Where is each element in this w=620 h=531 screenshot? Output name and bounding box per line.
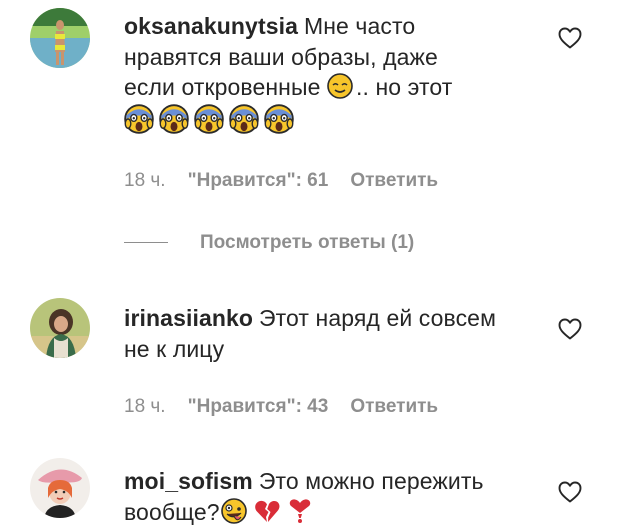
screaming-face-emoji — [194, 104, 224, 134]
divider-line — [124, 242, 168, 244]
reply-button[interactable]: Ответить — [350, 170, 438, 191]
comment-timestamp[interactable]: 18 ч. — [124, 396, 166, 417]
like-heart-icon[interactable] — [558, 318, 582, 340]
like-heart-icon[interactable] — [558, 27, 582, 49]
heart-exclamation-emoji — [287, 498, 313, 524]
view-replies-button[interactable]: Посмотреть ответы (1) — [124, 232, 414, 254]
avatar[interactable] — [30, 298, 90, 358]
comment-likes-count[interactable]: "Нравится": 61 — [188, 170, 329, 191]
screaming-face-emoji — [229, 104, 259, 134]
comment-meta: 18 ч. "Нравится": 61 Ответить — [124, 170, 460, 192]
comment-text: Это можно пережить — [258, 468, 484, 494]
comment-username[interactable]: oksanakunytsia — [124, 13, 298, 39]
zany-face-emoji — [221, 498, 247, 524]
relieved-face-emoji — [327, 73, 353, 99]
like-heart-icon[interactable] — [558, 481, 582, 503]
screaming-face-emoji — [124, 104, 154, 134]
reply-button[interactable]: Ответить — [350, 396, 438, 417]
broken-heart-emoji — [254, 498, 280, 524]
avatar[interactable] — [30, 8, 90, 68]
comment-text: нравятся ваши образы, даже — [124, 43, 438, 70]
comment-text: вообще? — [124, 498, 220, 525]
comment-text: .. но этот — [356, 74, 453, 100]
screaming-face-emoji — [264, 104, 294, 134]
comment-username[interactable]: moi_sofism — [124, 468, 253, 494]
comment-username[interactable]: irinasiianko — [124, 305, 253, 331]
screaming-face-emoji — [159, 104, 189, 134]
comment-text: Этот наряд ей совсем — [259, 305, 496, 331]
view-replies-label[interactable]: Посмотреть ответы (1) — [200, 232, 414, 253]
comment-text: если откровенные — [124, 74, 321, 100]
avatar[interactable] — [30, 458, 90, 518]
comment-text: не к лицу — [124, 335, 225, 362]
comment-timestamp[interactable]: 18 ч. — [124, 170, 166, 191]
comment-likes-count[interactable]: "Нравится": 43 — [188, 396, 329, 417]
comment-meta: 18 ч. "Нравится": 43 Ответить — [124, 396, 460, 418]
comment-text: Мне часто — [303, 13, 416, 39]
